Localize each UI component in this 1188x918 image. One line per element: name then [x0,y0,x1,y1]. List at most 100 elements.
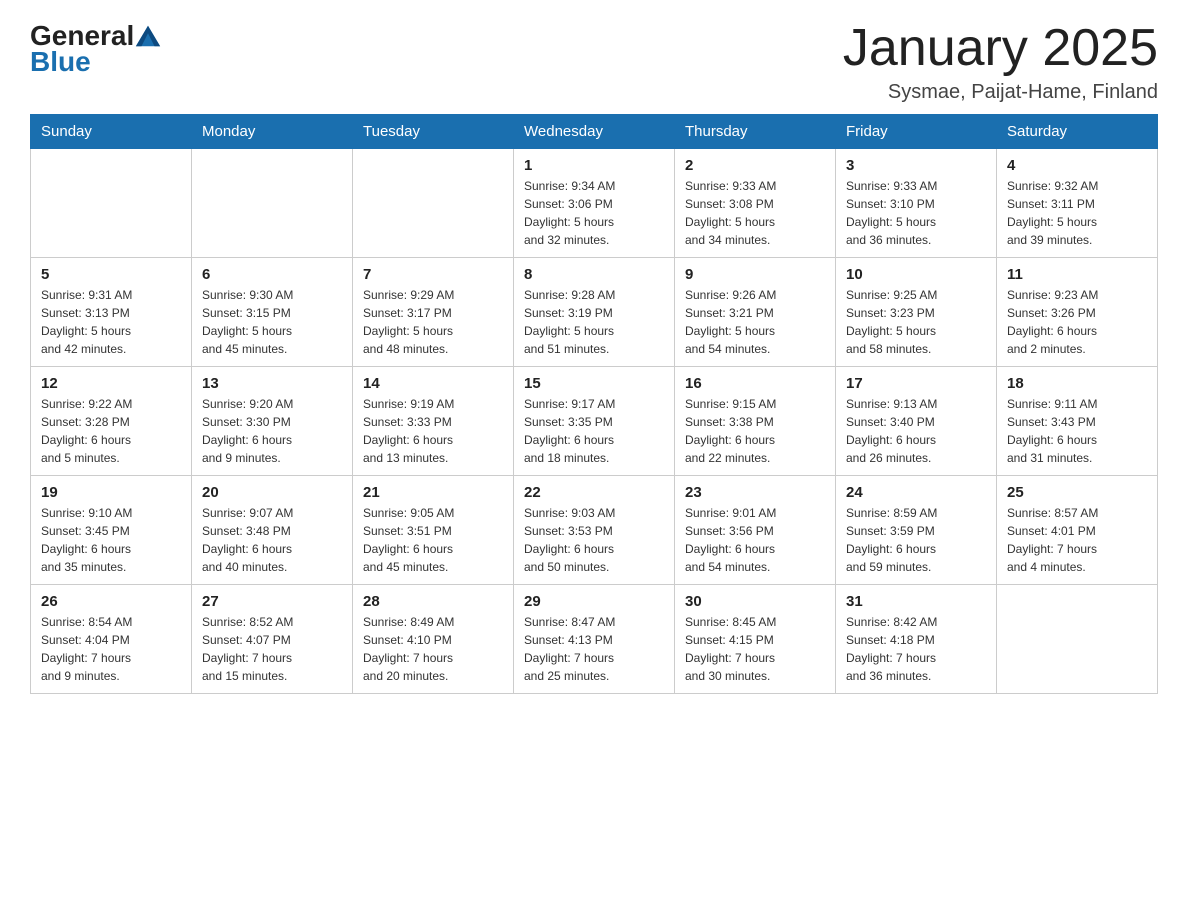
day-info: Sunrise: 9:30 AMSunset: 3:15 PMDaylight:… [202,286,342,358]
day-number: 25 [1007,484,1147,501]
logo-blue-text: Blue [30,46,162,78]
day-number: 9 [685,266,825,283]
day-info: Sunrise: 9:25 AMSunset: 3:23 PMDaylight:… [846,286,986,358]
day-number: 22 [524,484,664,501]
weekday-header-saturday: Saturday [997,115,1158,149]
day-number: 7 [363,266,503,283]
day-number: 4 [1007,157,1147,174]
weekday-header-monday: Monday [192,115,353,149]
calendar-cell [31,149,192,258]
weekday-header-tuesday: Tuesday [353,115,514,149]
day-info: Sunrise: 9:05 AMSunset: 3:51 PMDaylight:… [363,504,503,576]
day-number: 20 [202,484,342,501]
day-info: Sunrise: 9:15 AMSunset: 3:38 PMDaylight:… [685,395,825,467]
day-number: 17 [846,375,986,392]
day-number: 11 [1007,266,1147,283]
calendar-cell: 9 Sunrise: 9:26 AMSunset: 3:21 PMDaylight… [675,258,836,367]
calendar-cell: 18Sunrise: 9:11 AMSunset: 3:43 PMDayligh… [997,367,1158,476]
calendar-cell: 21 Sunrise: 9:05 AMSunset: 3:51 PMDayligh… [353,476,514,585]
calendar-week-row: 5 Sunrise: 9:31 AMSunset: 3:13 PMDaylight… [31,258,1158,367]
calendar-cell [192,149,353,258]
calendar-cell: 1Sunrise: 9:34 AMSunset: 3:06 PMDaylight… [514,149,675,258]
day-number: 3 [846,157,986,174]
day-number: 10 [846,266,986,283]
day-info: Sunrise: 9:22 AMSunset: 3:28 PMDaylight:… [41,395,181,467]
calendar-week-row: 19 Sunrise: 9:10 AMSunset: 3:45 PMDayligh… [31,476,1158,585]
calendar-cell: 13 Sunrise: 9:20 AMSunset: 3:30 PMDayligh… [192,367,353,476]
day-number: 14 [363,375,503,392]
day-info: Sunrise: 9:01 AMSunset: 3:56 PMDaylight:… [685,504,825,576]
calendar-cell: 10 Sunrise: 9:25 AMSunset: 3:23 PMDayligh… [836,258,997,367]
calendar-cell: 15Sunrise: 9:17 AMSunset: 3:35 PMDayligh… [514,367,675,476]
calendar-cell: 14 Sunrise: 9:19 AMSunset: 3:33 PMDayligh… [353,367,514,476]
day-info: Sunrise: 8:42 AMSunset: 4:18 PMDaylight:… [846,613,986,685]
day-number: 31 [846,593,986,610]
calendar-cell: 24 Sunrise: 8:59 AMSunset: 3:59 PMDayligh… [836,476,997,585]
calendar-week-row: 26Sunrise: 8:54 AMSunset: 4:04 PMDayligh… [31,585,1158,694]
day-number: 23 [685,484,825,501]
day-number: 2 [685,157,825,174]
day-number: 5 [41,266,181,283]
subtitle: Sysmae, Paijat-Hame, Finland [843,81,1158,104]
calendar-cell: 19 Sunrise: 9:10 AMSunset: 3:45 PMDayligh… [31,476,192,585]
day-info: Sunrise: 9:26 AMSunset: 3:21 PMDaylight:… [685,286,825,358]
calendar-cell: 25Sunrise: 8:57 AMSunset: 4:01 PMDayligh… [997,476,1158,585]
day-info: Sunrise: 9:29 AMSunset: 3:17 PMDaylight:… [363,286,503,358]
day-number: 21 [363,484,503,501]
title-block: January 2025 Sysmae, Paijat-Hame, Finlan… [843,20,1158,104]
day-info: Sunrise: 9:11 AMSunset: 3:43 PMDaylight:… [1007,395,1147,467]
calendar-cell: 29Sunrise: 8:47 AMSunset: 4:13 PMDayligh… [514,585,675,694]
day-number: 12 [41,375,181,392]
day-number: 13 [202,375,342,392]
day-info: Sunrise: 9:19 AMSunset: 3:33 PMDaylight:… [363,395,503,467]
day-info: Sunrise: 9:03 AMSunset: 3:53 PMDaylight:… [524,504,664,576]
calendar-cell: 17 Sunrise: 9:13 AMSunset: 3:40 PMDayligh… [836,367,997,476]
calendar-cell: 12 Sunrise: 9:22 AMSunset: 3:28 PMDayligh… [31,367,192,476]
day-info: Sunrise: 9:07 AMSunset: 3:48 PMDaylight:… [202,504,342,576]
calendar-week-row: 12 Sunrise: 9:22 AMSunset: 3:28 PMDayligh… [31,367,1158,476]
calendar-cell: 8Sunrise: 9:28 AMSunset: 3:19 PMDaylight… [514,258,675,367]
month-title: January 2025 [843,20,1158,77]
calendar-cell: 26Sunrise: 8:54 AMSunset: 4:04 PMDayligh… [31,585,192,694]
calendar-cell: 5 Sunrise: 9:31 AMSunset: 3:13 PMDaylight… [31,258,192,367]
day-number: 6 [202,266,342,283]
calendar-week-row: 1Sunrise: 9:34 AMSunset: 3:06 PMDaylight… [31,149,1158,258]
calendar-cell: 11 Sunrise: 9:23 AMSunset: 3:26 PMDayligh… [997,258,1158,367]
calendar-cell: 23 Sunrise: 9:01 AMSunset: 3:56 PMDayligh… [675,476,836,585]
calendar-cell: 28Sunrise: 8:49 AMSunset: 4:10 PMDayligh… [353,585,514,694]
day-info: Sunrise: 9:33 AMSunset: 3:10 PMDaylight:… [846,177,986,249]
day-info: Sunrise: 9:23 AMSunset: 3:26 PMDaylight:… [1007,286,1147,358]
calendar-cell: 22 Sunrise: 9:03 AMSunset: 3:53 PMDayligh… [514,476,675,585]
calendar-cell: 4Sunrise: 9:32 AMSunset: 3:11 PMDaylight… [997,149,1158,258]
day-info: Sunrise: 8:49 AMSunset: 4:10 PMDaylight:… [363,613,503,685]
day-info: Sunrise: 8:59 AMSunset: 3:59 PMDaylight:… [846,504,986,576]
calendar-cell: 7 Sunrise: 9:29 AMSunset: 3:17 PMDaylight… [353,258,514,367]
day-number: 30 [685,593,825,610]
day-number: 26 [41,593,181,610]
day-number: 24 [846,484,986,501]
day-info: Sunrise: 9:33 AMSunset: 3:08 PMDaylight:… [685,177,825,249]
day-number: 19 [41,484,181,501]
calendar-cell: 31 Sunrise: 8:42 AMSunset: 4:18 PMDayligh… [836,585,997,694]
weekday-header-friday: Friday [836,115,997,149]
day-info: Sunrise: 9:31 AMSunset: 3:13 PMDaylight:… [41,286,181,358]
calendar-cell [353,149,514,258]
day-number: 8 [524,266,664,283]
weekday-header-row: SundayMondayTuesdayWednesdayThursdayFrid… [31,115,1158,149]
day-info: Sunrise: 9:34 AMSunset: 3:06 PMDaylight:… [524,177,664,249]
day-info: Sunrise: 9:10 AMSunset: 3:45 PMDaylight:… [41,504,181,576]
day-number: 16 [685,375,825,392]
logo: General Blue [30,20,162,78]
weekday-header-wednesday: Wednesday [514,115,675,149]
day-info: Sunrise: 8:45 AMSunset: 4:15 PMDaylight:… [685,613,825,685]
calendar-cell [997,585,1158,694]
calendar-table: SundayMondayTuesdayWednesdayThursdayFrid… [30,114,1158,694]
day-info: Sunrise: 8:52 AMSunset: 4:07 PMDaylight:… [202,613,342,685]
weekday-header-thursday: Thursday [675,115,836,149]
calendar-cell: 3 Sunrise: 9:33 AMSunset: 3:10 PMDaylight… [836,149,997,258]
calendar-cell: 30 Sunrise: 8:45 AMSunset: 4:15 PMDayligh… [675,585,836,694]
day-info: Sunrise: 9:20 AMSunset: 3:30 PMDaylight:… [202,395,342,467]
calendar-cell: 2 Sunrise: 9:33 AMSunset: 3:08 PMDaylight… [675,149,836,258]
day-info: Sunrise: 9:13 AMSunset: 3:40 PMDaylight:… [846,395,986,467]
calendar-cell: 27Sunrise: 8:52 AMSunset: 4:07 PMDayligh… [192,585,353,694]
